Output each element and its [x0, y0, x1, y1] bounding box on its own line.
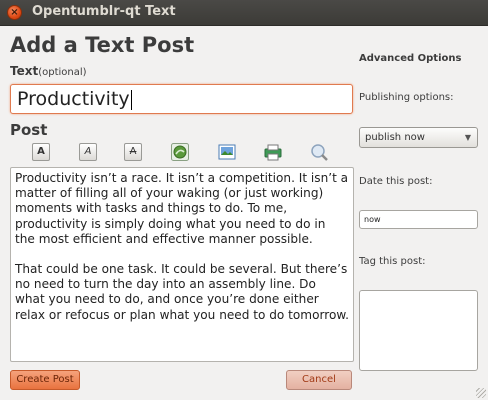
resize-grip-icon[interactable] — [476, 388, 486, 398]
text-label-main: Text — [10, 64, 39, 78]
publishing-options-value: publish now — [365, 132, 425, 143]
date-input-value: now — [364, 215, 381, 224]
italic-icon: A — [84, 146, 92, 157]
text-label-optional: (optional) — [38, 67, 87, 78]
search-icon[interactable] — [310, 143, 328, 161]
link-icon[interactable] — [171, 143, 189, 161]
cancel-button[interactable]: Cancel — [286, 370, 352, 390]
title-input[interactable]: Productivity — [10, 84, 353, 114]
text-label: Text(optional) — [10, 64, 87, 78]
publishing-options-label: Publishing options: — [359, 92, 454, 103]
title-input-value: Productivity — [17, 88, 130, 110]
post-paragraph: That could be one task. It could be seve… — [15, 262, 349, 322]
publishing-options-select[interactable]: publish now ▼ — [359, 127, 478, 148]
advanced-options-title: Advanced Options — [359, 53, 462, 64]
strikethrough-icon: A — [129, 146, 137, 157]
italic-button[interactable]: A — [79, 143, 97, 161]
close-icon[interactable]: × — [7, 5, 22, 20]
image-icon[interactable] — [218, 143, 236, 161]
page-title: Add a Text Post — [10, 33, 195, 57]
title-bar: × Opentumblr-qt Text — [0, 0, 488, 26]
print-icon[interactable] — [264, 143, 282, 161]
post-label: Post — [10, 121, 48, 139]
tag-input[interactable] — [359, 290, 478, 371]
create-post-button[interactable]: Create Post — [10, 370, 80, 390]
date-label: Date this post: — [359, 176, 433, 187]
window-title: Opentumblr-qt Text — [32, 4, 176, 19]
post-body-textarea[interactable]: Productivity isn’t a race. It isn’t a co… — [10, 167, 354, 362]
post-paragraph: Productivity isn’t a race. It isn’t a co… — [15, 171, 349, 246]
bold-icon: A — [37, 146, 45, 157]
text-caret — [130, 89, 132, 110]
tag-label: Tag this post: — [359, 256, 426, 267]
chevron-down-icon: ▼ — [464, 133, 471, 142]
strikethrough-button[interactable]: A — [124, 143, 142, 161]
bold-button[interactable]: A — [32, 143, 50, 161]
date-input[interactable]: now — [359, 210, 478, 229]
